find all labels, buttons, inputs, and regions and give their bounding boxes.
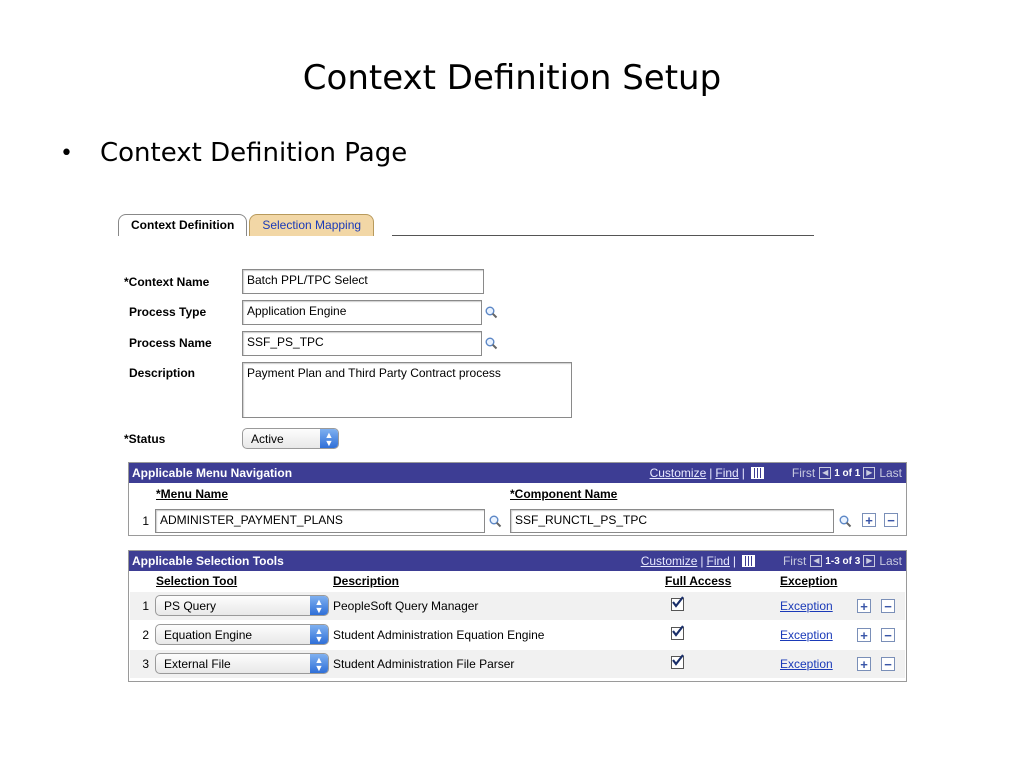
checkmark-icon xyxy=(672,625,684,637)
component-name-input[interactable]: SSF_RUNCTL_PS_TPC xyxy=(510,509,834,533)
status-value: Active xyxy=(251,431,284,446)
grid-controls: Customize | Find | First ◀ 1 of 1 ▶ Last xyxy=(649,466,902,480)
selection-tool-value: External File xyxy=(164,656,231,671)
menu-name-input[interactable]: ADMINISTER_PAYMENT_PLANS xyxy=(155,509,485,533)
delete-row-icon[interactable]: − xyxy=(881,628,895,642)
view-all-icon[interactable] xyxy=(741,555,755,567)
checkmark-icon xyxy=(672,596,684,608)
first-link[interactable]: First xyxy=(792,466,815,480)
status-label: *Status xyxy=(124,432,166,446)
row-range: 1 of 1 xyxy=(834,467,861,479)
process-name-input[interactable]: SSF_PS_TPC xyxy=(242,331,482,356)
menu-name-lookup-icon[interactable] xyxy=(488,514,502,528)
slide-title: Context Definition Setup xyxy=(302,58,722,98)
process-name-lookup-icon[interactable] xyxy=(484,336,498,350)
find-link[interactable]: Find xyxy=(707,554,730,568)
description-textarea[interactable]: Payment Plan and Third Party Contract pr… xyxy=(242,362,572,418)
row-number: 3 xyxy=(142,657,149,671)
add-row-icon[interactable]: + xyxy=(857,599,871,613)
tool-description: PeopleSoft Query Manager xyxy=(333,599,479,613)
find-link[interactable]: Find xyxy=(715,466,738,480)
row-number: 2 xyxy=(142,628,149,642)
context-name-label: *Context Name xyxy=(124,275,210,289)
selection-tools-grid: Applicable Selection Tools Customize | F… xyxy=(128,550,907,682)
delete-row-icon[interactable]: − xyxy=(881,657,895,671)
prev-icon[interactable]: ◀ xyxy=(810,555,823,567)
last-link[interactable]: Last xyxy=(879,466,902,480)
menu-navigation-grid: Applicable Menu Navigation Customize | F… xyxy=(128,462,907,536)
delete-row-icon[interactable]: − xyxy=(884,513,898,527)
last-link[interactable]: Last xyxy=(879,554,902,568)
tab-selection-mapping[interactable]: Selection Mapping xyxy=(249,214,375,236)
grid-controls: Customize | Find | First ◀ 1-3 of 3 ▶ La… xyxy=(640,554,902,568)
process-type-lookup-icon[interactable] xyxy=(484,305,498,319)
status-select[interactable]: Active ▲ ▼ xyxy=(242,428,339,449)
tool-description: Student Administration File Parser xyxy=(333,657,515,671)
tool-description: Student Administration Equation Engine xyxy=(333,628,545,642)
prev-icon[interactable]: ◀ xyxy=(819,467,832,479)
full-access-checkbox[interactable] xyxy=(671,596,684,611)
bullet-text: Context Definition Page xyxy=(100,138,408,168)
selection-tool-value: Equation Engine xyxy=(164,627,253,642)
row-number: 1 xyxy=(142,514,149,528)
delete-row-icon[interactable]: − xyxy=(881,599,895,613)
exception-link[interactable]: Exception xyxy=(780,599,833,613)
view-all-icon[interactable] xyxy=(750,467,764,479)
exception-link[interactable]: Exception xyxy=(780,657,833,671)
select-arrows-icon: ▲ ▼ xyxy=(310,596,328,615)
menu-name-col-header[interactable]: *Menu Name xyxy=(156,487,228,501)
context-name-input[interactable]: Batch PPL/TPC Select xyxy=(242,269,484,294)
add-row-icon[interactable]: + xyxy=(862,513,876,527)
full-access-checkbox[interactable] xyxy=(671,625,684,640)
component-name-lookup-icon[interactable] xyxy=(838,514,852,528)
description-col-header[interactable]: Description xyxy=(333,574,399,588)
exception-link[interactable]: Exception xyxy=(780,628,833,642)
checkmark-icon xyxy=(672,654,684,666)
exception-col-header[interactable]: Exception xyxy=(780,574,837,588)
row-range: 1-3 of 3 xyxy=(825,555,861,567)
add-row-icon[interactable]: + xyxy=(857,657,871,671)
select-arrows-icon: ▲ ▼ xyxy=(310,654,328,673)
selection-tool-value: PS Query xyxy=(164,598,217,613)
selection-tool-select[interactable]: External File ▲ ▼ xyxy=(155,653,329,674)
selection-tool-select[interactable]: Equation Engine ▲ ▼ xyxy=(155,624,329,645)
customize-link[interactable]: Customize xyxy=(650,466,707,480)
tab-bar: Context Definition Selection Mapping xyxy=(118,214,376,236)
add-row-icon[interactable]: + xyxy=(857,628,871,642)
row-number: 1 xyxy=(142,599,149,613)
description-label: Description xyxy=(129,366,196,380)
select-arrows-icon: ▲ ▼ xyxy=(310,625,328,644)
bullet-item: • Context Definition Page xyxy=(60,138,407,168)
grid-title: Applicable Selection Tools xyxy=(132,554,284,568)
full-access-col-header[interactable]: Full Access xyxy=(665,574,731,588)
bullet-icon: • xyxy=(60,140,73,166)
selection-tool-col-header[interactable]: Selection Tool xyxy=(156,574,237,588)
next-icon[interactable]: ▶ xyxy=(863,555,876,567)
process-type-input[interactable]: Application Engine xyxy=(242,300,482,325)
process-name-label: Process Name xyxy=(129,336,212,350)
grid-header: Applicable Menu Navigation Customize | F… xyxy=(129,463,906,483)
grid-header: Applicable Selection Tools Customize | F… xyxy=(129,551,906,571)
tab-divider xyxy=(392,235,814,236)
next-icon[interactable]: ▶ xyxy=(863,467,876,479)
grid-title: Applicable Menu Navigation xyxy=(132,466,293,480)
tab-context-definition[interactable]: Context Definition xyxy=(118,214,248,236)
customize-link[interactable]: Customize xyxy=(641,554,698,568)
first-link[interactable]: First xyxy=(783,554,806,568)
select-arrows-icon: ▲ ▼ xyxy=(320,429,338,448)
component-name-col-header[interactable]: *Component Name xyxy=(510,487,617,501)
selection-tool-select[interactable]: PS Query ▲ ▼ xyxy=(155,595,329,616)
process-type-label: Process Type xyxy=(129,305,207,319)
full-access-checkbox[interactable] xyxy=(671,654,684,669)
